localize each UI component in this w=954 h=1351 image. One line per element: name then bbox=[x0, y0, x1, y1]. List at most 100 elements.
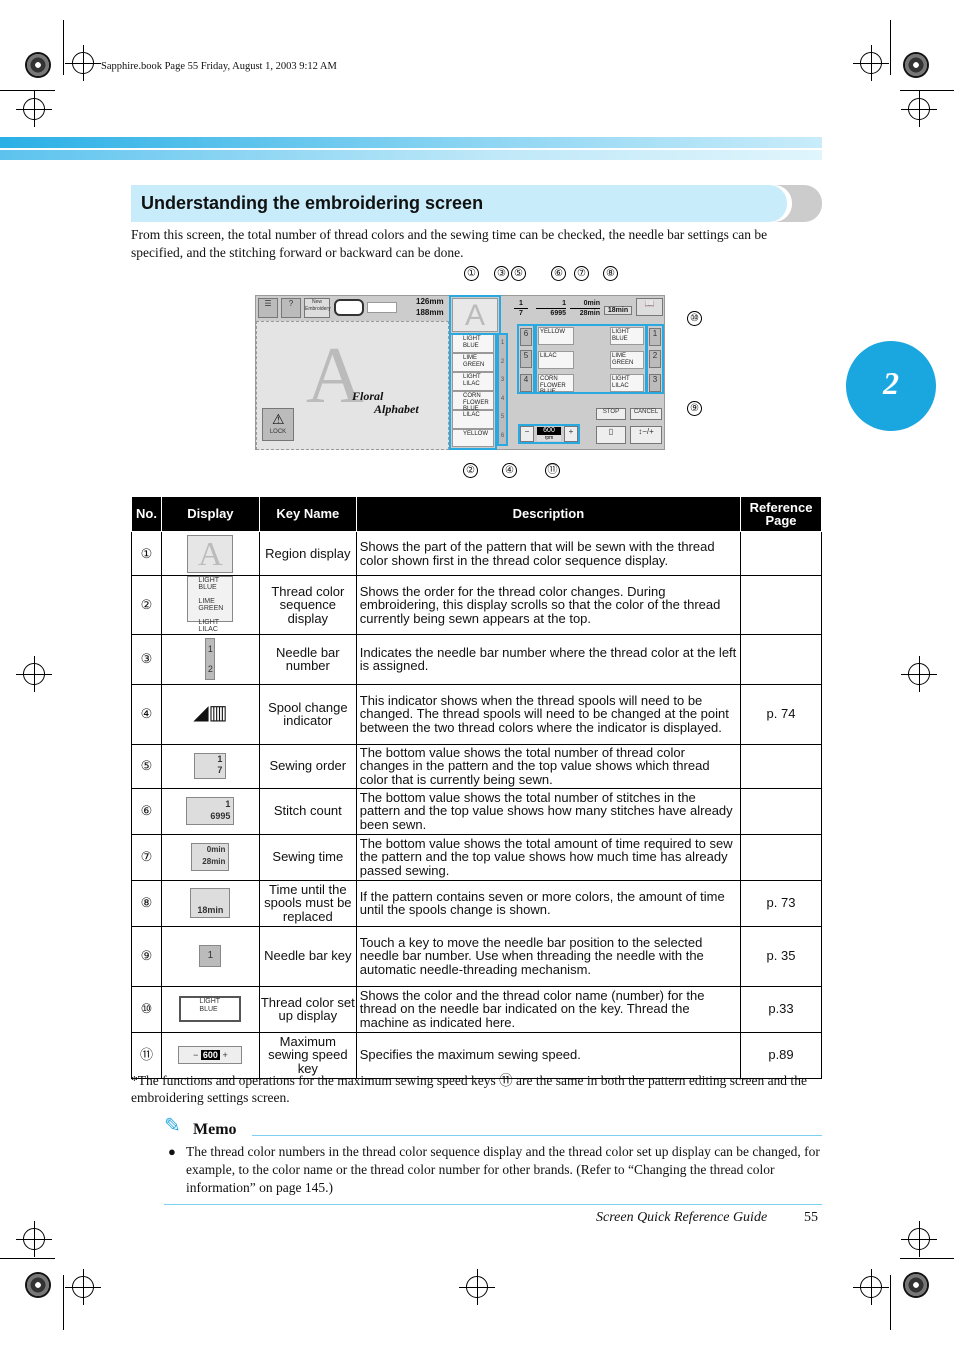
callout-6: ⑥ bbox=[551, 266, 566, 281]
callout-10: ⑩ bbox=[687, 311, 702, 326]
section-title: Understanding the embroidering screen bbox=[141, 193, 484, 213]
hoop-icon bbox=[334, 299, 364, 316]
table-row: ② LIGHT BLUE LIME GREEN LIGHT LILAC Thread… bbox=[131, 575, 822, 635]
header-description: Description bbox=[355, 496, 742, 532]
row-reference-page bbox=[740, 575, 822, 635]
pattern-height: 126mm bbox=[416, 297, 444, 306]
manual-icon[interactable]: 📖 bbox=[636, 298, 663, 316]
row-description: Indicates the needle bar number where th… bbox=[355, 633, 742, 685]
row-number: ② bbox=[131, 575, 162, 635]
forward-back-button[interactable]: ↕−/+ bbox=[630, 426, 662, 444]
spool-change-icon: ◢▥ bbox=[193, 701, 228, 724]
row-display: 17 bbox=[160, 743, 260, 789]
row-reference-page: p. 73 bbox=[740, 879, 822, 927]
stop-button[interactable]: STOP bbox=[596, 408, 626, 420]
table-row: ⑨ 1 Needle bar key Touch a key to move t… bbox=[131, 925, 822, 987]
row-key-name: Region display bbox=[258, 531, 357, 576]
callout-7: ⑦ bbox=[574, 266, 589, 281]
row-number: ③ bbox=[131, 633, 162, 685]
text: 6995 bbox=[210, 811, 231, 821]
text: ⑩ bbox=[140, 1001, 153, 1016]
text: 28min bbox=[570, 308, 600, 318]
registration-mark bbox=[65, 45, 101, 81]
spool-icon[interactable]: ▯ bbox=[596, 426, 626, 444]
screen-reference-table: No. Display Key Name Description Referen… bbox=[131, 496, 822, 1079]
row-description: The bottom value shows the total number … bbox=[355, 743, 742, 789]
memo-title: Memo bbox=[193, 1121, 237, 1138]
text: LIGHT BLUE bbox=[198, 577, 219, 591]
callout-1: ① bbox=[464, 266, 479, 281]
table-row: ⑦ 0min 28min Sewing time The bottom value… bbox=[131, 833, 822, 881]
row-key-name: Needle bar key bbox=[258, 925, 357, 987]
hoop-icon bbox=[367, 302, 397, 313]
header-band bbox=[0, 137, 822, 148]
text: 2 bbox=[207, 664, 213, 674]
row-number: ⑥ bbox=[131, 787, 162, 835]
registration-mark bbox=[459, 1269, 495, 1305]
memo-text: The thread color numbers in the thread c… bbox=[186, 1144, 820, 1195]
spool-change-time: 18min bbox=[604, 306, 632, 315]
table-row: ⑧ 18min Time until the spools must be re… bbox=[131, 879, 822, 927]
row-key-name: Spool change indicator bbox=[258, 683, 357, 745]
table-row: ⑤ 17 Sewing order The bottom value shows… bbox=[131, 743, 822, 789]
bullet: ● bbox=[168, 1144, 176, 1159]
text: 1 bbox=[217, 754, 223, 764]
text: 18min bbox=[197, 905, 224, 915]
header-reference-page: Reference Page bbox=[740, 496, 822, 532]
table-row: ③ 12 Needle bar number Indicates the nee… bbox=[131, 633, 822, 685]
row-display: A bbox=[160, 531, 260, 576]
header-band bbox=[0, 150, 822, 160]
callout-5: ⑤ bbox=[511, 266, 526, 281]
text: LIME GREEN bbox=[198, 598, 224, 612]
row-description: The bottom value shows the total number … bbox=[355, 787, 742, 835]
memo-icon: ✎ bbox=[164, 1115, 181, 1137]
row-number: ⑧ bbox=[131, 879, 162, 927]
pattern-name: Alphabet bbox=[374, 402, 419, 416]
slug-line: Sapphire.book Page 55 Friday, August 1, … bbox=[101, 61, 337, 72]
table-row: ⑥ 1 6995 Stitch count The bottom value sh… bbox=[131, 787, 822, 835]
row-reference-page bbox=[740, 833, 822, 881]
row-reference-page: p.33 bbox=[740, 985, 822, 1033]
row-reference-page: p. 74 bbox=[740, 683, 822, 745]
row-display: 1 6995 bbox=[160, 787, 260, 835]
text: 1 bbox=[519, 300, 523, 307]
text: ④ bbox=[140, 706, 153, 721]
chapter-badge: 2 bbox=[846, 341, 936, 431]
row-number: ⑤ bbox=[131, 743, 162, 789]
warning-icon: ⚠ bbox=[272, 411, 285, 427]
callout-2: ② bbox=[463, 463, 478, 478]
text: ⑧ bbox=[140, 895, 153, 910]
text: 1 bbox=[225, 799, 231, 809]
text: 6995 bbox=[536, 308, 566, 318]
registration-mark bbox=[25, 1272, 51, 1298]
row-key-name: Sewing time bbox=[258, 833, 357, 881]
table-row: ① A Region display Shows the part of the… bbox=[131, 531, 822, 576]
row-reference-page: p. 35 bbox=[740, 925, 822, 987]
row-display: ◢▥ bbox=[160, 683, 260, 745]
registration-mark bbox=[901, 91, 937, 127]
pattern-preview-letter: A bbox=[306, 332, 364, 420]
callout-8: ⑧ bbox=[603, 266, 618, 281]
registration-mark bbox=[25, 52, 51, 78]
section-title-bar: Understanding the embroidering screen bbox=[131, 185, 822, 222]
text: LIGHT LILAC bbox=[198, 619, 219, 633]
row-description: This indicator shows when the thread spo… bbox=[355, 683, 742, 745]
text: 1 bbox=[199, 945, 222, 967]
registration-mark bbox=[853, 45, 889, 81]
row-key-name: Sewing order bbox=[258, 743, 357, 789]
table-row: ④ ◢▥ Spool change indicator This indicat… bbox=[131, 683, 822, 745]
row-display: LIGHT BLUE bbox=[160, 985, 260, 1033]
pattern-width: 188mm bbox=[416, 308, 444, 317]
text: 600 bbox=[200, 1050, 220, 1060]
text: ⑤ bbox=[140, 758, 153, 773]
row-display: 18min bbox=[160, 879, 260, 927]
pattern-list-icon[interactable]: ☰ bbox=[258, 298, 278, 318]
new-embroidery-button[interactable]: New Embroidery bbox=[304, 298, 331, 318]
cancel-button[interactable]: CANCEL bbox=[630, 408, 662, 420]
registration-mark bbox=[65, 1269, 101, 1305]
sewing-order: 17 bbox=[514, 299, 528, 318]
row-number: ④ bbox=[131, 683, 162, 745]
help-machine-icon[interactable]: ? bbox=[281, 298, 301, 318]
text: 7 bbox=[514, 308, 528, 318]
row-description: Touch a key to move the needle bar posit… bbox=[355, 925, 742, 987]
